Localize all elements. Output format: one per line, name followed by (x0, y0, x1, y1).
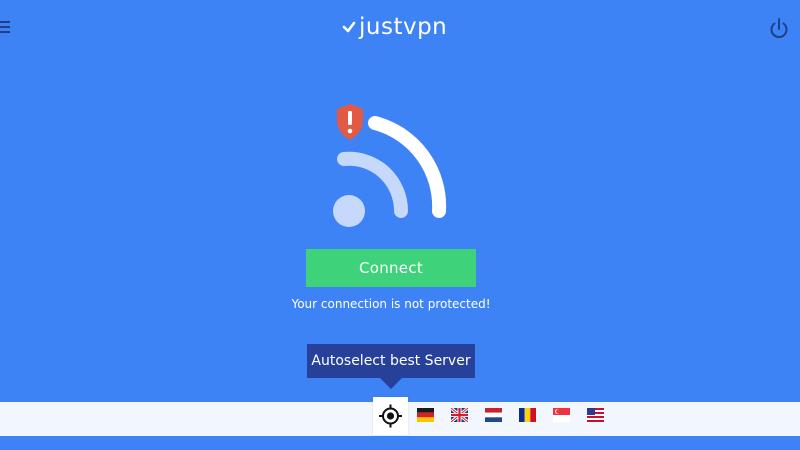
menu-icon-line (0, 31, 10, 33)
crosshair-icon (379, 404, 402, 428)
brand-logo: justvpn (342, 12, 447, 42)
server-romania-button[interactable] (519, 408, 536, 422)
brand-name: justvpn (359, 14, 448, 40)
connection-status-text: Your connection is not protected! (291, 297, 491, 311)
autoselect-tooltip: Autoselect best Server (307, 344, 475, 378)
tooltip-arrow (380, 378, 402, 389)
power-button[interactable] (768, 16, 790, 40)
server-netherlands-button[interactable] (485, 408, 502, 422)
sg-flag-icon (553, 408, 570, 422)
menu-button[interactable] (0, 19, 10, 35)
checkmark-icon (342, 21, 356, 33)
nl-flag-icon (485, 408, 502, 422)
de-flag-icon (417, 408, 434, 422)
server-germany-button[interactable] (417, 408, 434, 422)
ro-flag-icon (519, 408, 536, 422)
wifi-signal-icon (333, 104, 447, 227)
menu-icon-line (0, 26, 10, 28)
warning-shield-icon (337, 104, 363, 140)
menu-icon-line (0, 21, 10, 23)
us-flag-icon (587, 408, 604, 422)
server-singapore-button[interactable] (553, 408, 570, 422)
server-usa-button[interactable] (587, 408, 604, 422)
power-icon (770, 18, 788, 38)
gb-flag-icon (451, 408, 468, 422)
autoselect-server-button[interactable] (373, 397, 408, 435)
server-uk-button[interactable] (451, 408, 468, 422)
connect-button[interactable]: Connect (306, 249, 476, 287)
